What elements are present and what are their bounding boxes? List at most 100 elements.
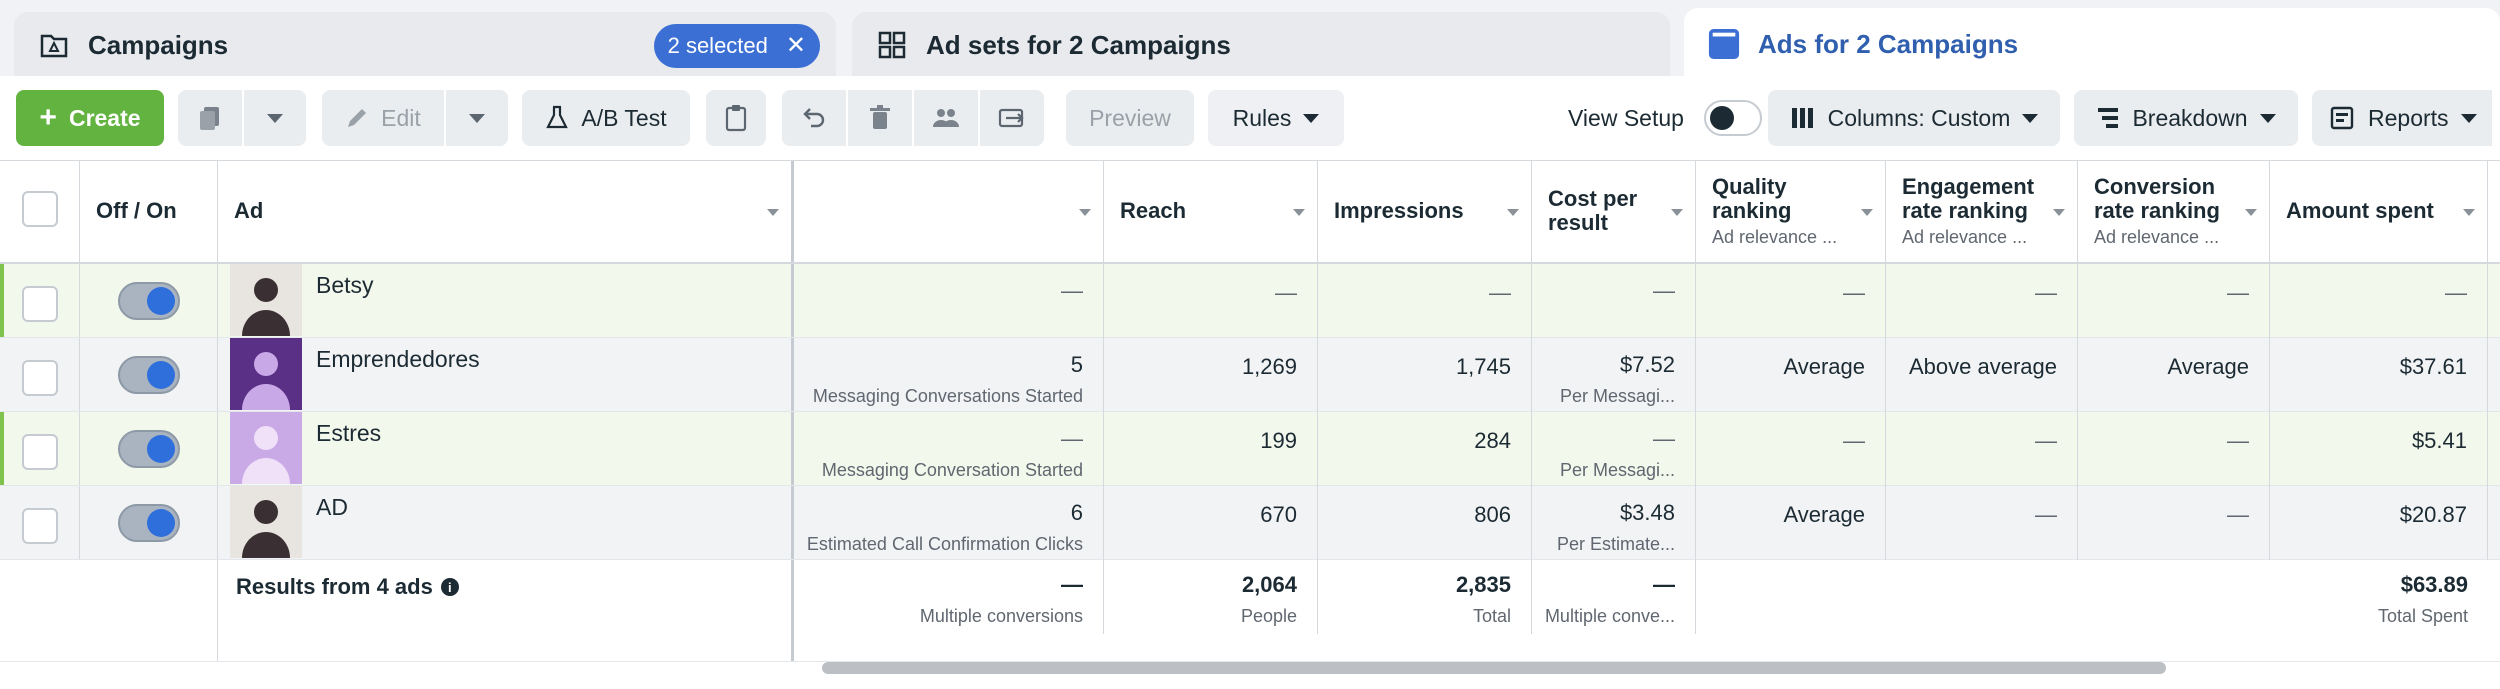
sort-icon[interactable] [1293, 209, 1305, 216]
totals-label: Results from 4 ads [236, 574, 433, 599]
duplicate-dropdown[interactable] [244, 90, 306, 146]
create-button[interactable]: + Create [16, 90, 164, 146]
reach-value: — [1275, 280, 1297, 305]
header-engagement-ranking[interactable]: Engagement rate ranking Ad relevance ... [1886, 161, 2078, 262]
horizontal-scrollbar[interactable] [822, 662, 2166, 674]
clipboard-button[interactable] [706, 90, 766, 146]
totals-label-cell: Results from 4 ads i [218, 560, 794, 661]
sort-icon[interactable] [2245, 209, 2257, 216]
totals-cost-sub: Multiple conve... [1544, 606, 1675, 626]
ad-name-link[interactable]: Estres [316, 420, 381, 447]
delete-button[interactable] [848, 90, 912, 146]
select-all-checkbox[interactable] [22, 191, 58, 227]
chevron-down-icon [267, 113, 283, 123]
ad-status-toggle[interactable] [118, 356, 180, 394]
row-cost-cell: $3.48 Per Estimate... [1532, 486, 1696, 560]
ad-name-link[interactable]: Emprendedores [316, 346, 480, 373]
breakdown-button[interactable]: Breakdown [2074, 90, 2298, 146]
row-checkbox[interactable] [22, 360, 58, 396]
preview-button[interactable]: Preview [1066, 90, 1194, 146]
chevron-down-icon [469, 113, 485, 123]
table-row[interactable]: AD 6 Estimated Call Confirmation Clicks … [0, 486, 2500, 560]
table-row[interactable]: Emprendedores 5 Messaging Conversations … [0, 338, 2500, 412]
tab-ads[interactable]: Ads for 2 Campaigns [1684, 8, 2500, 80]
spent-value: $5.41 [2411, 428, 2467, 453]
impressions-value: — [1489, 280, 1511, 305]
conversion-value: — [2227, 428, 2249, 453]
ad-status-toggle[interactable] [118, 504, 180, 542]
results-type: Estimated Call Confirmation Clicks [806, 534, 1083, 554]
table-row[interactable]: Estres — Messaging Conversation Started … [0, 412, 2500, 486]
header-results[interactable] [794, 161, 1104, 262]
ad-status-toggle[interactable] [118, 282, 180, 320]
row-spent-cell: $5.41 [2270, 412, 2488, 486]
row-impressions-cell: — [1318, 264, 1532, 338]
header-quality-ranking[interactable]: Quality ranking Ad relevance ... [1696, 161, 1886, 262]
tab-adsets[interactable]: Ad sets for 2 Campaigns [852, 12, 1670, 78]
header-amount-spent[interactable]: Amount spent [2270, 161, 2488, 262]
selected-badge[interactable]: 2 selected ✕ [653, 24, 820, 68]
edit-dropdown[interactable] [446, 90, 508, 146]
header-impressions[interactable]: Impressions [1318, 161, 1532, 262]
reports-button[interactable]: Reports [2312, 90, 2492, 146]
quality-value: — [1843, 428, 1865, 453]
row-conversion-cell: — [2078, 264, 2270, 338]
ad-thumbnail[interactable] [230, 338, 302, 410]
totals-row: Results from 4 ads i — Multiple conversi… [0, 560, 2500, 662]
row-results-cell: — [794, 264, 1104, 338]
columns-button[interactable]: Columns: Custom [1768, 90, 2060, 146]
info-icon[interactable]: i [440, 578, 459, 596]
sort-icon[interactable] [1861, 209, 1873, 216]
header-cost-per-result[interactable]: Cost per result [1532, 161, 1696, 262]
duplicate-button[interactable] [178, 90, 242, 146]
row-conversion-cell: — [2078, 486, 2270, 560]
row-checkbox[interactable] [22, 434, 58, 470]
sort-icon[interactable] [2463, 209, 2475, 216]
totals-cost: — Multiple conve... [1532, 560, 1696, 634]
table-row[interactable]: Betsy — — — — — — — — [0, 264, 2500, 338]
sort-icon[interactable] [1671, 209, 1683, 216]
sort-icon[interactable] [1507, 209, 1519, 216]
tab-campaigns[interactable]: Campaigns 2 selected ✕ [14, 12, 836, 78]
view-setup-toggle[interactable] [1703, 100, 1762, 136]
export-button[interactable] [980, 90, 1044, 146]
row-checkbox[interactable] [22, 286, 58, 322]
ad-name-link[interactable]: Betsy [316, 272, 374, 299]
row-impressions-cell: 1,745 [1318, 338, 1532, 412]
conversion-value: Average [2167, 354, 2249, 379]
sort-icon[interactable] [767, 209, 779, 216]
preview-label: Preview [1089, 104, 1171, 131]
audience-button[interactable] [914, 90, 978, 146]
header-conversion-cell: Conversion rate ranking Ad relevance ... [2078, 161, 2250, 265]
close-icon[interactable]: ✕ [786, 34, 806, 58]
sort-icon[interactable] [2053, 209, 2065, 216]
header-select-cell [0, 161, 80, 262]
row-engagement-cell: — [1886, 264, 2078, 338]
header-conversion-ranking[interactable]: Conversion rate ranking Ad relevance ... [2078, 161, 2270, 262]
duplicate-icon [200, 107, 219, 130]
header-reach[interactable]: Reach [1104, 161, 1318, 262]
chevron-down-icon [2259, 113, 2276, 123]
edit-button[interactable]: Edit [322, 90, 444, 146]
row-conversion-cell: — [2078, 412, 2270, 486]
ad-thumbnail[interactable] [230, 486, 302, 558]
ad-name-link[interactable]: AD [316, 494, 348, 521]
cost-type: Per Estimate... [1556, 534, 1675, 554]
ad-status-toggle[interactable] [118, 430, 180, 468]
ad-thumbnail[interactable] [230, 412, 302, 484]
ab-test-button[interactable]: A/B Test [522, 90, 690, 146]
row-checkbox[interactable] [22, 508, 58, 544]
reach-value: 1,269 [1241, 354, 1297, 379]
totals-cost-value: — [1653, 572, 1675, 597]
undo-button[interactable] [782, 90, 846, 146]
sort-icon[interactable] [1079, 209, 1091, 216]
row-cost-cell: — Per Messagi... [1532, 412, 1696, 486]
header-impressions-label: Impressions [1334, 198, 1464, 223]
ad-thumbnail[interactable] [230, 264, 302, 336]
edit-group: Edit [322, 90, 508, 146]
rules-button[interactable]: Rules [1208, 90, 1344, 146]
header-ad[interactable]: Ad [218, 161, 794, 262]
row-engagement-cell: Above average [1886, 338, 2078, 412]
row-impressions-cell: 806 [1318, 486, 1532, 560]
header-reach-label: Reach [1120, 198, 1187, 223]
